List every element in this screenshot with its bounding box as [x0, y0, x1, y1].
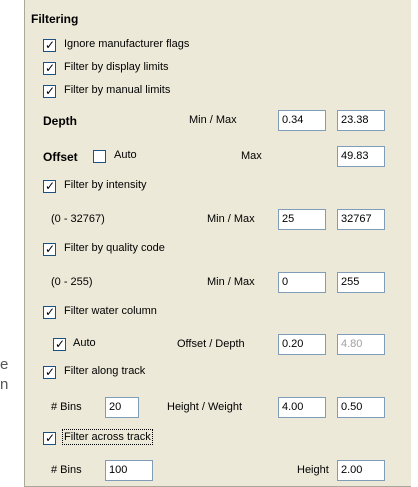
depth-min-input[interactable]: 0.34 — [278, 110, 326, 131]
intensity-checkbox[interactable]: ✓ — [43, 179, 56, 193]
intensity-max-input[interactable]: 32767 — [337, 209, 385, 230]
quality-minmax-label: Min / Max — [207, 276, 255, 288]
display-limits-checkbox[interactable]: ✓ — [43, 61, 56, 75]
water-column-depth-input: 4.80 — [337, 334, 385, 355]
offset-auto-label: Auto — [114, 149, 137, 161]
checkmark-icon: ✓ — [45, 61, 56, 75]
checkmark-icon: ✓ — [45, 365, 56, 379]
intensity-min-input[interactable]: 25 — [278, 209, 326, 230]
clipped-text-line2: n — [0, 376, 9, 393]
depth-label: Depth — [43, 114, 77, 128]
offset-max-label: Max — [241, 150, 262, 162]
intensity-minmax-label: Min / Max — [207, 213, 255, 225]
water-column-checkbox[interactable]: ✓ — [43, 305, 56, 319]
group-title: Filtering — [31, 12, 79, 26]
intensity-range: (0 - 32767) — [51, 213, 105, 225]
offset-auto-checkbox[interactable] — [93, 150, 106, 163]
checkmark-icon: ✓ — [45, 179, 56, 193]
along-track-bins-input[interactable]: 20 — [105, 397, 139, 418]
across-track-height-label: Height — [297, 464, 329, 476]
offset-max-input[interactable]: 49.83 — [337, 146, 385, 167]
ignore-flags-label: Ignore manufacturer flags — [64, 38, 190, 50]
manual-limits-checkbox[interactable]: ✓ — [43, 84, 56, 98]
across-track-bins-label: # Bins — [51, 464, 82, 476]
along-track-height-input[interactable]: 4.00 — [278, 397, 326, 418]
offset-depth-label: Offset / Depth — [177, 338, 245, 350]
ignore-flags-checkbox[interactable]: ✓ — [43, 38, 56, 52]
clipped-text-line1: e — [0, 356, 9, 373]
height-weight-label: Height / Weight — [167, 401, 243, 413]
water-column-auto-checkbox[interactable]: ✓ — [53, 337, 66, 351]
water-column-auto-label: Auto — [73, 337, 96, 349]
checkmark-icon: ✓ — [45, 305, 56, 319]
offset-label: Offset — [43, 150, 78, 164]
along-track-label: Filter along track — [64, 365, 146, 377]
filtering-panel: Filtering ✓ Ignore manufacturer flags ✓ … — [24, 0, 411, 487]
checkmark-icon: ✓ — [45, 431, 56, 445]
quality-label: Filter by quality code — [64, 242, 165, 254]
water-column-offset-input[interactable]: 0.20 — [278, 334, 326, 355]
checkmark-icon: ✓ — [45, 84, 56, 98]
quality-min-input[interactable]: 0 — [278, 272, 326, 293]
water-column-label: Filter water column — [64, 305, 157, 317]
across-track-checkbox[interactable]: ✓ — [43, 431, 56, 445]
across-track-bins-input[interactable]: 100 — [105, 460, 153, 481]
across-track-label: Filter across track — [62, 429, 153, 445]
across-track-height-input[interactable]: 2.00 — [337, 460, 385, 481]
intensity-label: Filter by intensity — [64, 179, 147, 191]
quality-checkbox[interactable]: ✓ — [43, 242, 56, 256]
checkmark-icon: ✓ — [55, 337, 66, 351]
checkmark-icon: ✓ — [45, 38, 56, 52]
depth-minmax-label: Min / Max — [189, 114, 237, 126]
along-track-checkbox[interactable]: ✓ — [43, 365, 56, 379]
quality-range: (0 - 255) — [51, 276, 93, 288]
along-track-weight-input[interactable]: 0.50 — [337, 397, 385, 418]
depth-max-input[interactable]: 23.38 — [337, 110, 385, 131]
quality-max-input[interactable]: 255 — [337, 272, 385, 293]
display-limits-label: Filter by display limits — [64, 61, 169, 73]
manual-limits-label: Filter by manual limits — [64, 84, 171, 96]
checkmark-icon: ✓ — [45, 242, 56, 256]
along-track-bins-label: # Bins — [51, 401, 82, 413]
